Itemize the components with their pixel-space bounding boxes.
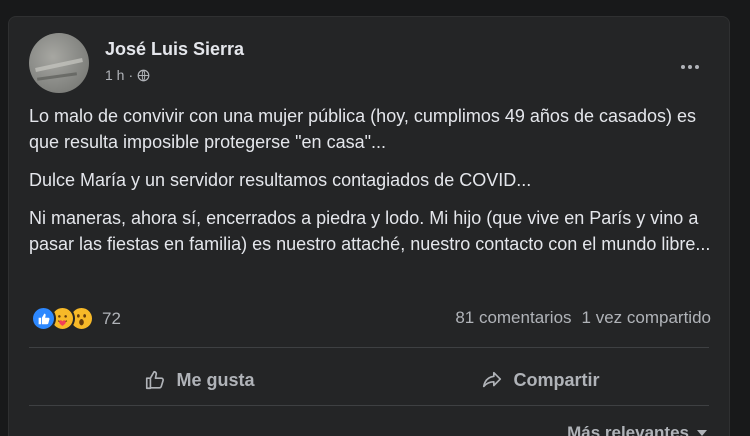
post-meta: 1 h · [105,67,150,83]
meta-separator: · [128,67,134,83]
shares-count[interactable]: 1 vez compartido [582,308,711,328]
share-button[interactable]: Compartir [370,359,711,401]
like-icon [31,306,56,331]
post-header: José Luis Sierra 1 h · [29,31,719,93]
comments-count[interactable]: 81 comentarios [455,308,571,328]
thumbs-up-icon [146,370,165,390]
dot-icon [681,65,685,69]
post-time[interactable]: 1 h [105,67,124,83]
post-paragraph: Dulce María y un servidor resultamos con… [29,170,532,190]
post-paragraph: Lo malo de convivir con una mujer públic… [29,106,697,152]
like-label: Me gusta [176,369,255,390]
divider [29,347,709,348]
reaction-count[interactable]: 72 [102,309,121,329]
share-icon [483,371,502,388]
post-actions: Me gusta Compartir [29,359,711,401]
post-stats: 81 comentarios 1 vez compartido [455,308,711,328]
share-label: Compartir [513,369,600,390]
more-options-button[interactable] [675,57,705,77]
like-button[interactable]: Me gusta [29,359,370,401]
divider [29,405,709,406]
dot-icon [695,65,699,69]
globe-icon [137,69,150,81]
reactions-summary[interactable]: 72 [31,306,121,331]
avatar[interactable] [29,33,89,93]
post-body: Lo malo de convivir con una mujer públic… [29,103,719,269]
author-name[interactable]: José Luis Sierra [105,39,244,60]
comment-sort-dropdown[interactable]: Más relevantes [567,423,707,436]
post-card: José Luis Sierra 1 h · Lo malo de conviv… [8,16,730,436]
post-paragraph: Ni maneras, ahora sí, encerrados a piedr… [29,208,711,254]
sort-label: Más relevantes [567,423,689,436]
dot-icon [688,65,692,69]
chevron-down-icon [697,430,707,436]
